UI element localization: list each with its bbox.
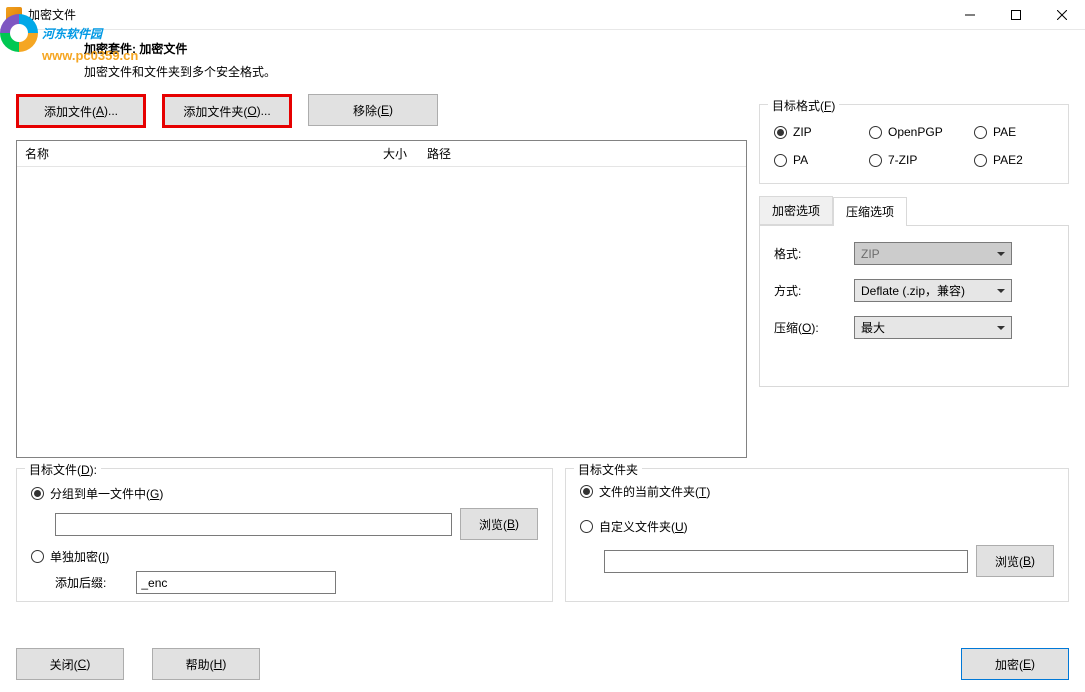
app-icon	[6, 7, 22, 23]
suite-value: 加密文件	[139, 42, 187, 56]
tab-encrypt[interactable]: 加密选项	[759, 196, 833, 225]
format-pae[interactable]: PAE	[974, 125, 1054, 139]
encrypt-btn[interactable]: 加密(E)	[961, 648, 1069, 680]
individual-radio[interactable]: 单独加密(I)	[31, 548, 538, 565]
current-folder-radio[interactable]: 文件的当前文件夹(T)	[580, 483, 1054, 500]
header: 加密套件: 加密文件 加密文件和文件夹到多个安全格式。	[0, 30, 1085, 88]
format-openpgp[interactable]: OpenPGP	[869, 125, 974, 139]
footer: 关闭(C) 帮助(H) 加密(E)	[16, 648, 1069, 680]
level-select[interactable]: 最大	[854, 316, 1012, 339]
level-label: 压缩(O):	[774, 319, 854, 336]
file-table[interactable]: 名称 大小 路径	[16, 140, 747, 458]
suffix-input[interactable]	[136, 571, 336, 594]
maximize-button[interactable]	[993, 0, 1039, 30]
col-name[interactable]: 名称	[17, 141, 357, 166]
close-btn[interactable]: 关闭(C)	[16, 648, 124, 680]
minimize-button[interactable]	[947, 0, 993, 30]
titlebar: 加密文件	[0, 0, 1085, 30]
format-7zip[interactable]: 7-ZIP	[869, 153, 974, 167]
tab-body: 格式: ZIP 方式: Deflate (.zip，兼容) 压缩(O): 最大	[759, 225, 1069, 387]
format-zip[interactable]: ZIP	[774, 125, 869, 139]
header-desc: 加密文件和文件夹到多个安全格式。	[84, 63, 1085, 80]
add-folder-button[interactable]: 添加文件夹(O)...	[162, 94, 292, 128]
suite-label: 加密套件:	[84, 42, 136, 56]
method-label: 方式:	[774, 282, 854, 299]
remove-button[interactable]: 移除(E)	[308, 94, 438, 126]
dest-folder-input[interactable]	[604, 550, 968, 573]
group-single-radio[interactable]: 分组到单一文件中(G)	[31, 485, 538, 502]
tab-compress[interactable]: 压缩选项	[833, 197, 907, 226]
browse-file-button[interactable]: 浏览(B)	[460, 508, 538, 540]
toolbar: 添加文件(A)... 添加文件夹(O)... 移除(E)	[16, 94, 747, 128]
method-select[interactable]: Deflate (.zip，兼容)	[854, 279, 1012, 302]
col-size[interactable]: 大小	[357, 141, 415, 166]
table-header: 名称 大小 路径	[17, 141, 746, 167]
format-pae2[interactable]: PAE2	[974, 153, 1054, 167]
dest-file-fieldset: 目标文件(D): 分组到单一文件中(G) 浏览(B) 单独加密(I) 添加后缀:	[16, 468, 553, 602]
format-label: 格式:	[774, 245, 854, 262]
help-btn[interactable]: 帮助(H)	[152, 648, 260, 680]
add-file-button[interactable]: 添加文件(A)...	[16, 94, 146, 128]
tabs: 加密选项 压缩选项	[759, 196, 1069, 225]
format-pa[interactable]: PA	[774, 153, 869, 167]
suffix-label: 添加后缀:	[55, 574, 106, 591]
format-select: ZIP	[854, 242, 1012, 265]
format-fieldset: 目标格式(F) ZIP OpenPGP PAE PA 7-ZIP PAE2	[759, 104, 1069, 184]
dest-folder-fieldset: 目标文件夹 文件的当前文件夹(T) 自定义文件夹(U) 浏览(B)	[565, 468, 1069, 602]
dest-file-input[interactable]	[55, 513, 452, 536]
close-button[interactable]	[1039, 0, 1085, 30]
custom-folder-radio[interactable]: 自定义文件夹(U)	[580, 518, 1054, 535]
col-path[interactable]: 路径	[415, 141, 746, 166]
window-title: 加密文件	[28, 6, 947, 23]
browse-folder-button[interactable]: 浏览(B)	[976, 545, 1054, 577]
